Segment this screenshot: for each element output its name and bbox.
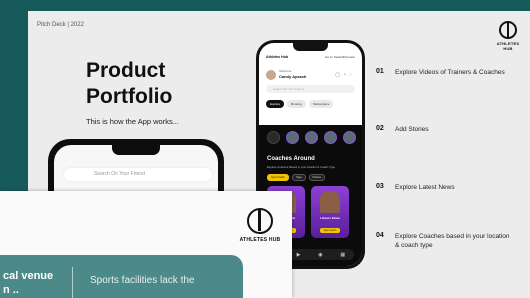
app-location[interactable]: Go to: Karachi/Current bbox=[325, 55, 355, 59]
slide-title: Product Portfolio bbox=[86, 58, 172, 110]
coach-filters: Gym Coach Yoga Fitness bbox=[267, 174, 325, 181]
video-icon[interactable]: ▶ bbox=[297, 252, 301, 258]
story-avatar[interactable] bbox=[286, 131, 299, 144]
problem-heading-line-1: cal venue bbox=[3, 270, 54, 282]
header-icons: ▢◔◌ bbox=[335, 72, 355, 78]
phone-left-search-input[interactable]: Search On Your Friend bbox=[64, 168, 212, 181]
tab-booking[interactable]: Booking bbox=[287, 100, 307, 108]
title-line-1: Product bbox=[86, 59, 166, 82]
logo-ring-icon bbox=[247, 208, 273, 234]
stories-row bbox=[267, 131, 356, 144]
feature-text: Explore Latest News bbox=[395, 184, 455, 191]
problem-panel: cal venue n .. Sports facilities lack th… bbox=[0, 255, 243, 298]
ball-icon[interactable]: ◉ bbox=[318, 252, 322, 258]
app-tabs: Explore Booking Marketplace bbox=[266, 100, 334, 108]
divider bbox=[72, 267, 73, 298]
coach-type-button[interactable]: Gym Coach bbox=[320, 228, 340, 233]
logo-ring-icon bbox=[499, 21, 517, 39]
slide-subtitle: This is how the App works... bbox=[86, 117, 179, 126]
feature-text: Add Stories bbox=[395, 126, 429, 133]
feature-number: 04 bbox=[376, 232, 384, 239]
add-story-icon[interactable] bbox=[267, 131, 280, 144]
logo-text: ATHLETES HUB bbox=[496, 41, 520, 51]
phone-notch bbox=[293, 43, 328, 51]
filter-chip[interactable]: Fitness bbox=[308, 174, 325, 181]
user-name: Candy Aysash bbox=[279, 74, 307, 79]
coaches-around-title: Coaches Around bbox=[267, 156, 315, 162]
story-avatar[interactable] bbox=[324, 131, 337, 144]
tab-explore[interactable]: Explore bbox=[266, 100, 285, 108]
coach-name: Libsaro Sloan bbox=[320, 216, 340, 220]
problem-heading-line-2: n .. bbox=[3, 284, 19, 296]
avatar[interactable] bbox=[266, 70, 276, 80]
problem-heading: cal venue n .. bbox=[3, 269, 53, 297]
pitch-deck-label: Pitch Deck | 2022 bbox=[37, 22, 84, 28]
problem-description: Sports facilities lack the bbox=[90, 275, 195, 286]
athletes-hub-logo: ATHLETES HUB bbox=[236, 208, 284, 243]
feature-number: 02 bbox=[376, 125, 384, 132]
feature-text: Explore Videos of Trainers & Coaches bbox=[395, 69, 505, 76]
title-line-2: Portfolio bbox=[86, 85, 173, 108]
coach-photo bbox=[320, 191, 340, 213]
coach-card[interactable]: Libsaro Sloan Gym Coach bbox=[311, 186, 349, 238]
story-avatar[interactable] bbox=[305, 131, 318, 144]
filter-chip[interactable]: Yoga bbox=[291, 174, 306, 181]
feature-number: 03 bbox=[376, 183, 384, 190]
settings-icon[interactable]: ◌ bbox=[349, 72, 355, 78]
calendar-icon[interactable]: ▦ bbox=[340, 252, 345, 258]
chat-icon[interactable]: ▢ bbox=[335, 72, 343, 78]
story-avatar[interactable] bbox=[343, 131, 356, 144]
feature-text: Explore Coaches based in your location &… bbox=[395, 233, 510, 249]
feature-number: 01 bbox=[376, 68, 384, 75]
app-search-input[interactable]: Search On Your Friend bbox=[266, 85, 355, 93]
overlay-slide[interactable]: ATHLETES HUB cal venue n .. Sports facil… bbox=[0, 191, 292, 298]
filter-chip[interactable]: Gym Coach bbox=[267, 174, 289, 181]
athletes-hub-logo: ATHLETES HUB bbox=[493, 21, 523, 51]
coaches-around-subtitle: Explore Coaches Based in your location &… bbox=[267, 165, 335, 169]
logo-text: ATHLETES HUB bbox=[239, 237, 281, 243]
app-header: Athletes Hub Go to: Karachi/Current Welc… bbox=[259, 51, 362, 125]
phone-notch bbox=[112, 145, 160, 155]
welcome-label: Welcome bbox=[279, 69, 292, 73]
tab-marketplace[interactable]: Marketplace bbox=[309, 100, 334, 108]
